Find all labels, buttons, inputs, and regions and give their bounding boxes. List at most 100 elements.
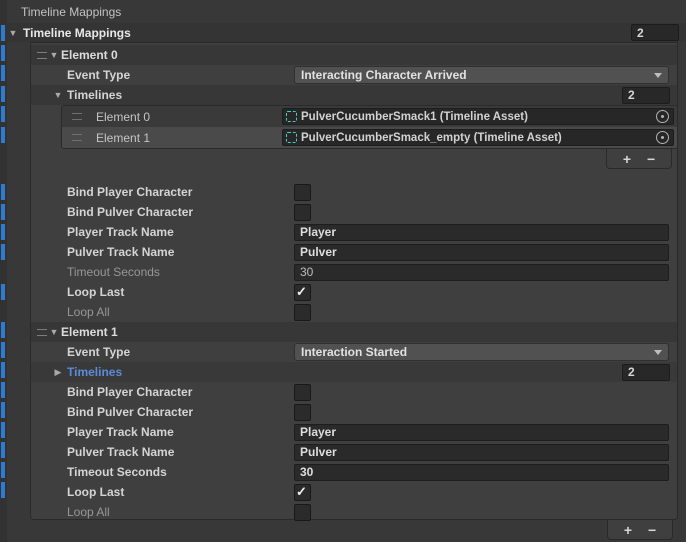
array-size-field[interactable]: 2: [631, 24, 679, 41]
prefab-override-bar: [1, 224, 5, 240]
add-element-button[interactable]: +: [624, 523, 632, 537]
prefab-override-bar: [1, 382, 5, 398]
timeout-row: Timeout Seconds 30: [31, 462, 677, 482]
pulver-track-label: Pulver Track Name: [31, 445, 294, 459]
drag-handle-icon[interactable]: [37, 329, 47, 336]
loop-all-row: Loop All: [31, 302, 677, 322]
player-track-label: Player Track Name: [31, 425, 294, 439]
unity-inspector-panel: Timeline Mappings ▼ Timeline Mappings 2 …: [0, 0, 686, 542]
loop-all-checkbox[interactable]: [294, 304, 311, 321]
timelines-size-field[interactable]: 2: [622, 364, 670, 381]
object-picker-icon[interactable]: [656, 131, 669, 144]
drag-handle-icon[interactable]: [72, 113, 82, 120]
prefab-override-bar: [1, 342, 5, 358]
pulver-track-value: Pulver: [300, 245, 337, 259]
loop-last-checkbox[interactable]: [294, 484, 311, 501]
bind-pulver-checkbox[interactable]: [294, 404, 311, 421]
bind-player-checkbox[interactable]: [294, 384, 311, 401]
event-type-row: Event Type Interaction Started: [31, 342, 677, 362]
loop-all-checkbox[interactable]: [294, 504, 311, 521]
remove-element-button[interactable]: −: [647, 152, 655, 166]
event-type-dropdown[interactable]: Interacting Character Arrived: [294, 66, 669, 84]
prefab-override-bar: [1, 86, 5, 102]
bind-pulver-checkbox[interactable]: [294, 204, 311, 221]
timeline-mappings-header[interactable]: ▼ Timeline Mappings 2: [0, 23, 686, 42]
player-track-label: Player Track Name: [31, 225, 294, 239]
foldout-open-icon[interactable]: ▼: [8, 28, 18, 38]
timeline-asset-field[interactable]: PulverCucumberSmack_empty (Timeline Asse…: [282, 129, 674, 146]
prefab-override-bar: [1, 284, 5, 300]
prefab-override-bar: [1, 65, 5, 81]
pulver-track-value: Pulver: [300, 445, 337, 459]
player-track-value: Player: [300, 225, 336, 239]
element-title: Element 0: [61, 48, 118, 62]
array-title: Timeline Mappings: [23, 26, 131, 40]
player-track-input[interactable]: Player: [294, 424, 669, 441]
player-track-input[interactable]: Player: [294, 224, 669, 241]
timeout-value: 30: [300, 465, 313, 479]
loop-last-checkbox[interactable]: [294, 284, 311, 301]
array-add-remove-tab: + −: [607, 520, 673, 540]
loop-last-row: Loop Last: [31, 282, 677, 302]
event-type-label: Event Type: [31, 345, 294, 359]
list-add-remove-tab: + −: [606, 149, 672, 169]
timelines-size-field[interactable]: 2: [622, 87, 670, 104]
remove-element-button[interactable]: −: [648, 523, 656, 537]
window-edge-strip: [0, 0, 7, 542]
list-item-label: Element 0: [96, 110, 282, 124]
timeline-list-item[interactable]: Element 1 PulverCucumberSmack_empty (Tim…: [62, 127, 677, 148]
bind-pulver-label: Bind Pulver Character: [31, 205, 294, 219]
prefab-override-bar: [1, 106, 5, 122]
element-0-header[interactable]: ▼ Element 0: [31, 45, 677, 65]
pulver-track-input[interactable]: Pulver: [294, 244, 669, 261]
timeline-mappings-container: ▼ Element 0 Event Type Interacting Chara…: [30, 42, 678, 520]
bind-player-row: Bind Player Character: [31, 182, 677, 202]
foldout-open-icon[interactable]: ▼: [53, 90, 63, 100]
timelines-label: Timelines: [67, 88, 122, 102]
pulver-track-input[interactable]: Pulver: [294, 444, 669, 461]
drag-handle-icon[interactable]: [37, 52, 47, 59]
prefab-override-bar: [1, 462, 5, 478]
timeline-asset-field[interactable]: PulverCucumberSmack1 (Timeline Asset): [282, 108, 674, 125]
player-track-row: Player Track Name Player: [31, 422, 677, 442]
timeout-row: Timeout Seconds 30: [31, 262, 677, 282]
timelines-header-collapsed[interactable]: ▶ Timelines 2: [31, 362, 677, 382]
object-picker-icon[interactable]: [656, 110, 669, 123]
pulver-track-row: Pulver Track Name Pulver: [31, 242, 677, 262]
prefab-override-bar: [1, 442, 5, 458]
timeout-value: 30: [300, 265, 313, 279]
event-type-value: Interacting Character Arrived: [301, 68, 467, 82]
prefab-override-bar: [1, 322, 5, 338]
prefab-override-bar: [1, 402, 5, 418]
spacer: [31, 170, 677, 182]
add-element-button[interactable]: +: [623, 152, 631, 166]
script-property-label: Timeline Mappings: [21, 5, 121, 19]
player-track-row: Player Track Name Player: [31, 222, 677, 242]
bind-player-label: Bind Player Character: [31, 385, 294, 399]
pulver-track-label: Pulver Track Name: [31, 245, 294, 259]
timeline-list-item[interactable]: Element 0 PulverCucumberSmack1 (Timeline…: [62, 106, 677, 127]
timelines-header[interactable]: ▼ Timelines 2: [31, 85, 677, 105]
bind-pulver-row: Bind Pulver Character: [31, 202, 677, 222]
timeout-label: Timeout Seconds: [31, 465, 294, 479]
dropdown-arrow-icon: [654, 73, 662, 78]
prefab-override-bar: [1, 204, 5, 220]
timeout-input[interactable]: 30: [294, 464, 669, 481]
timeout-input[interactable]: 30: [294, 264, 669, 281]
bind-player-row: Bind Player Character: [31, 382, 677, 402]
bind-player-checkbox[interactable]: [294, 184, 311, 201]
drag-handle-icon[interactable]: [72, 134, 82, 141]
event-type-dropdown[interactable]: Interaction Started: [294, 343, 669, 361]
foldout-open-icon[interactable]: ▼: [49, 50, 59, 60]
event-type-row: Event Type Interacting Character Arrived: [31, 65, 677, 85]
timeline-asset-icon: [286, 132, 297, 143]
bind-player-label: Bind Player Character: [31, 185, 294, 199]
foldout-open-icon[interactable]: ▼: [49, 327, 59, 337]
element-1-header[interactable]: ▼ Element 1: [31, 322, 677, 342]
list-item-label: Element 1: [96, 131, 282, 145]
prefab-override-bar: [1, 362, 5, 378]
loop-last-label: Loop Last: [31, 485, 294, 499]
event-type-label: Event Type: [31, 68, 294, 82]
foldout-closed-icon[interactable]: ▶: [53, 367, 63, 378]
prefab-override-bar: [1, 25, 5, 41]
